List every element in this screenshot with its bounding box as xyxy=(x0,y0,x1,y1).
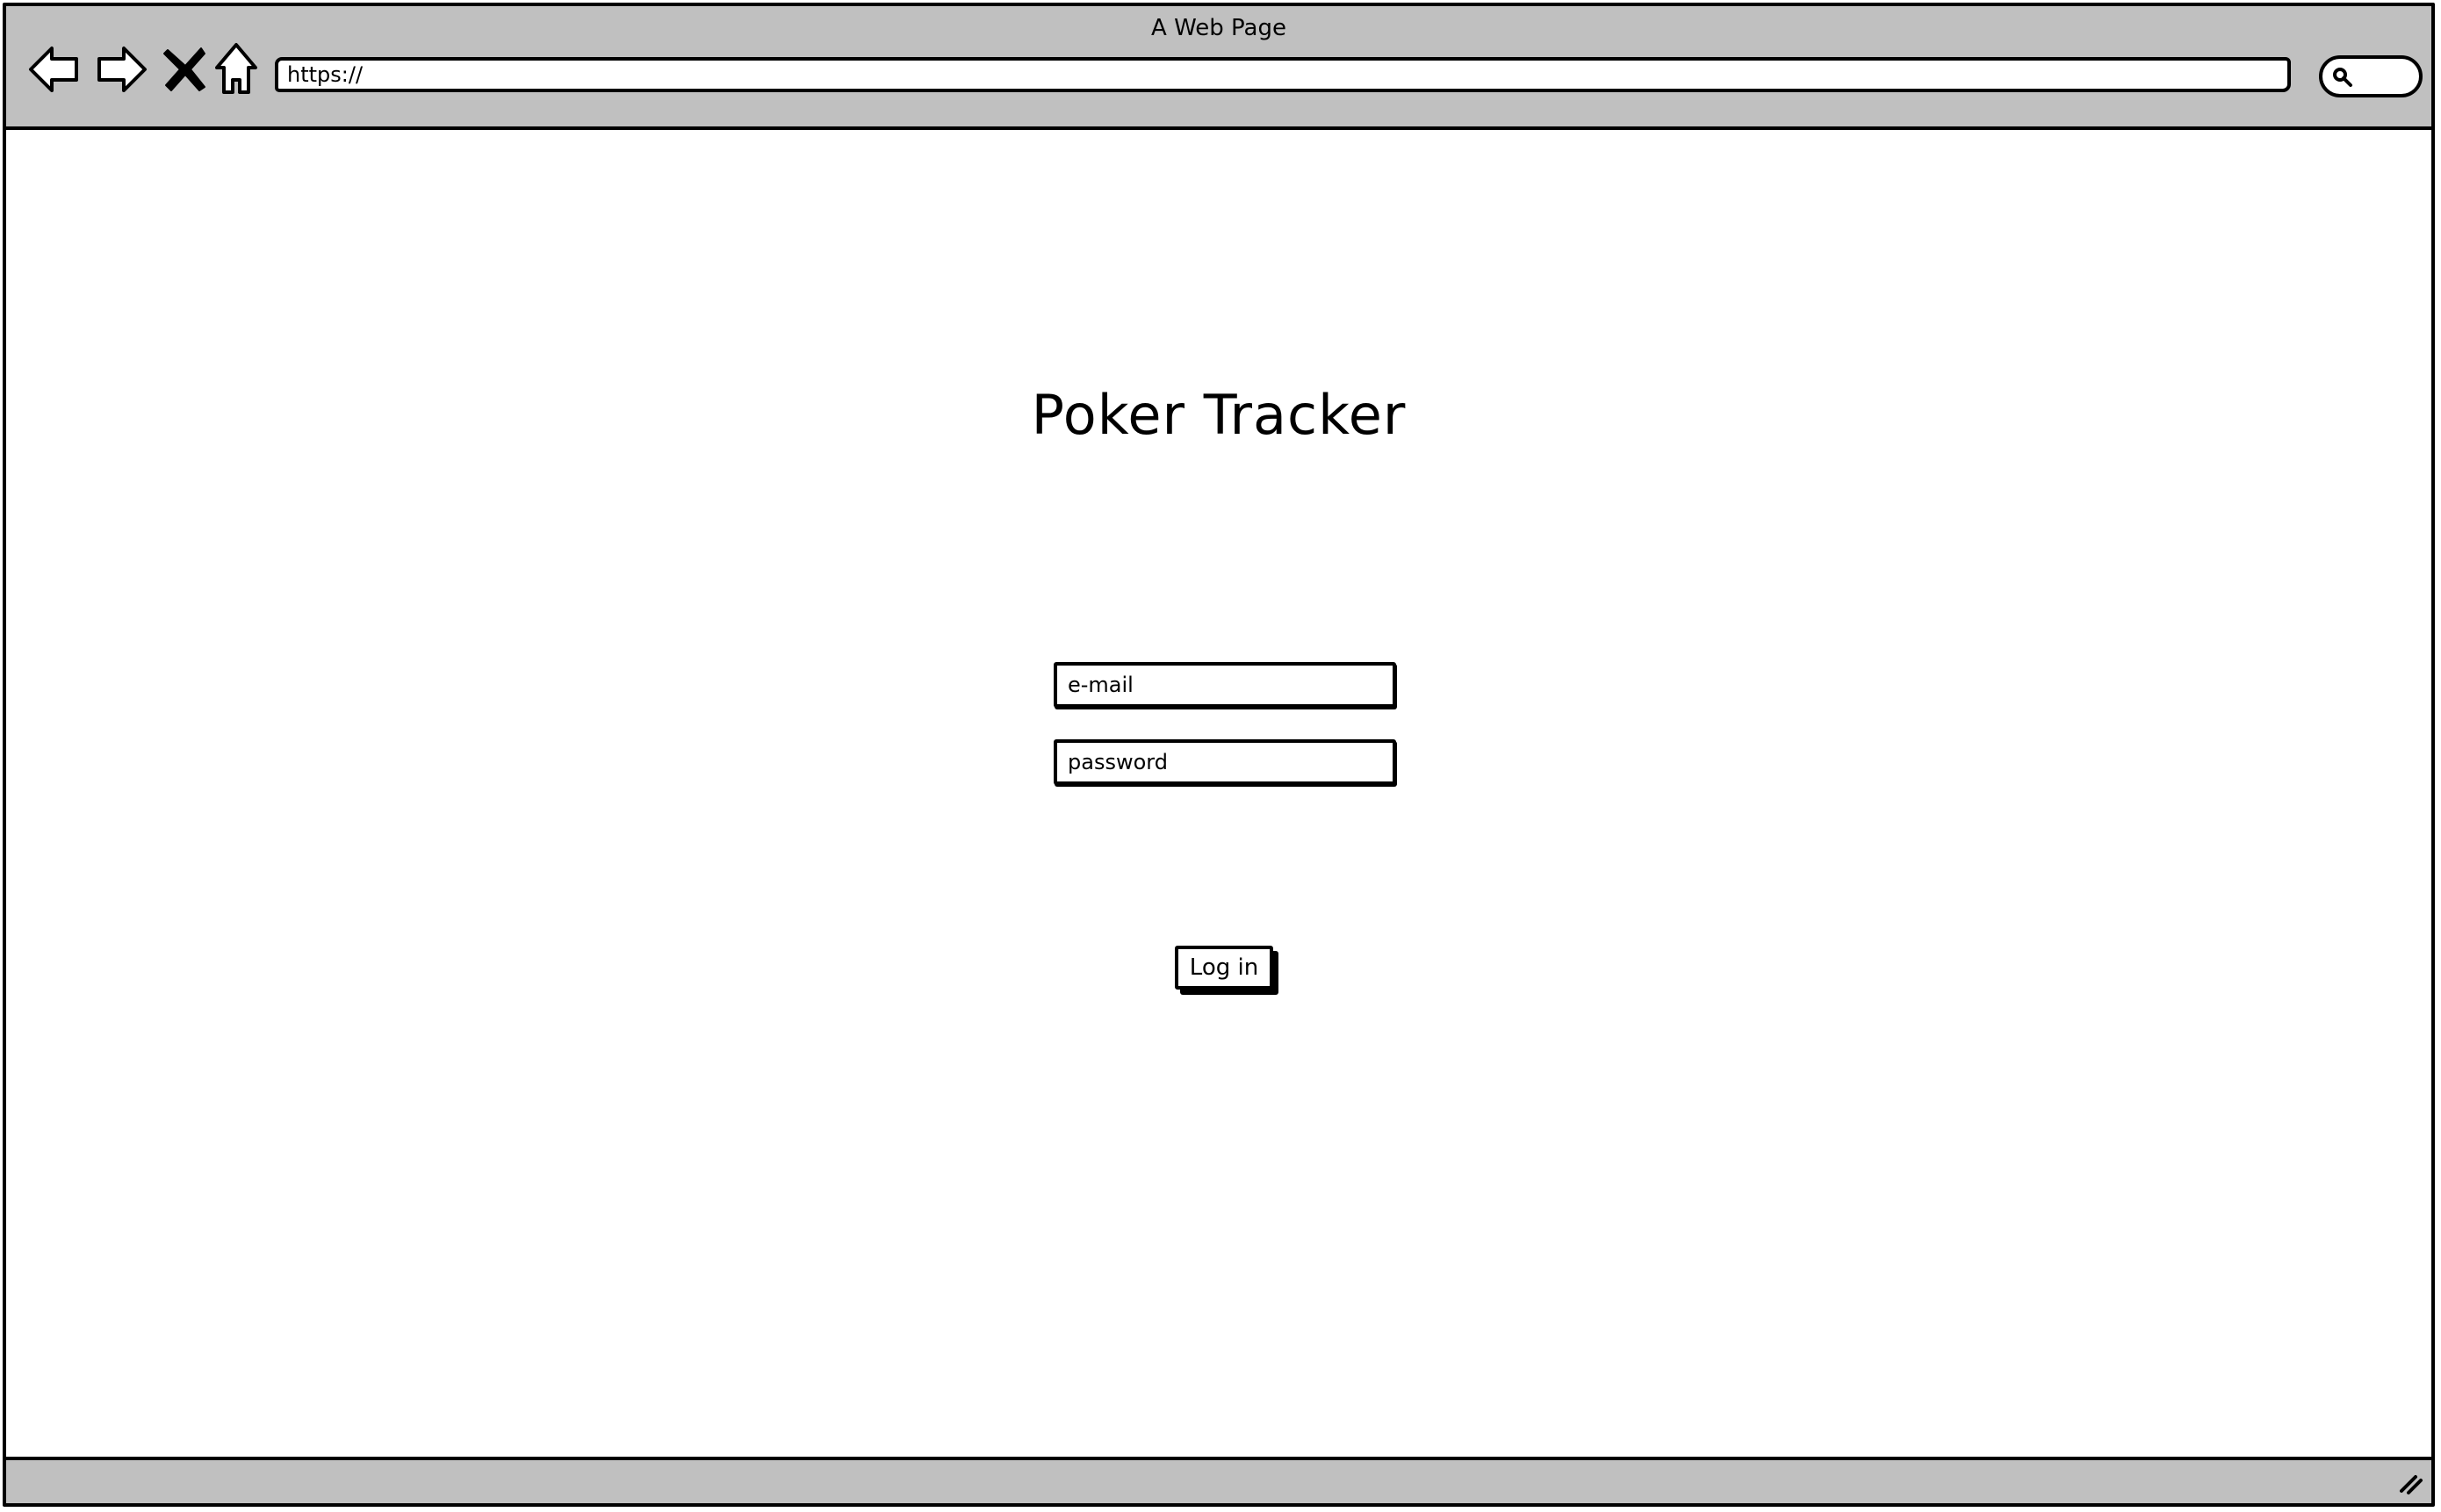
close-icon[interactable] xyxy=(157,41,213,97)
forward-arrow-icon[interactable] xyxy=(92,41,148,97)
search-icon xyxy=(2333,68,2352,87)
browser-window: A Web Page https:// Poker Tracker e-mail… xyxy=(3,3,2435,1507)
address-bar-input[interactable] xyxy=(275,57,2291,92)
browser-search-box[interactable] xyxy=(2319,55,2423,97)
browser-statusbar xyxy=(6,1457,2431,1503)
window-title: A Web Page xyxy=(1151,15,1286,41)
password-field[interactable] xyxy=(1054,739,1396,785)
page-content: Poker Tracker Log in xyxy=(6,130,2431,1467)
home-icon[interactable] xyxy=(208,41,264,97)
email-field[interactable] xyxy=(1054,662,1396,708)
page-title: Poker Tracker xyxy=(1031,383,1407,447)
browser-toolbar: A Web Page xyxy=(6,6,2431,130)
resize-grip-icon[interactable] xyxy=(2398,1470,2424,1496)
back-arrow-icon[interactable] xyxy=(27,41,83,97)
login-button[interactable]: Log in xyxy=(1175,946,1273,990)
